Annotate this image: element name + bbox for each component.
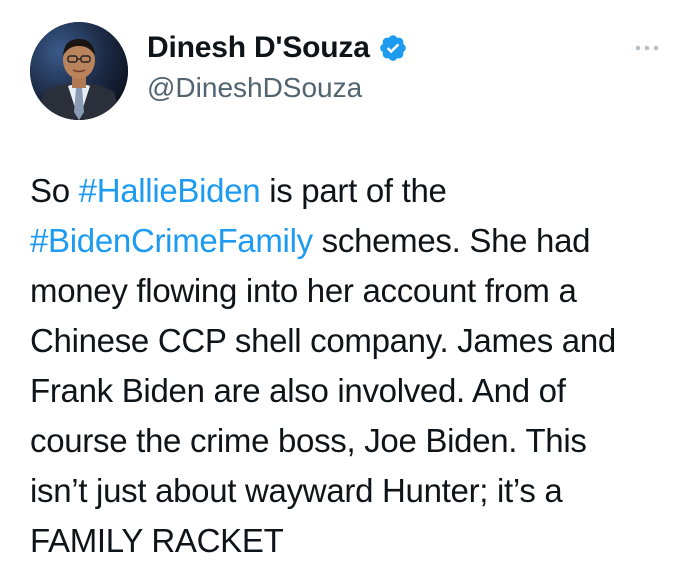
profile-photo-icon [30, 22, 128, 120]
tweet-line: Chinese CCP shell company. James and [30, 322, 616, 359]
author-handle[interactable]: @DineshDSouza [147, 72, 408, 104]
display-name[interactable]: Dinesh D'Souza [147, 31, 370, 65]
tweet-line: So #HallieBiden is part of the [30, 166, 690, 216]
tweet-line: money flowing into her account from a [30, 272, 577, 309]
author-names: Dinesh D'Souza @DineshDSouza [147, 28, 408, 104]
display-name-row: Dinesh D'Souza [147, 28, 408, 68]
tweet-text-segment: schemes. She had [312, 222, 591, 259]
more-options-icon[interactable] [632, 38, 662, 58]
tweet-line: FAMILY RACKET [30, 522, 284, 559]
tweet-text-segment: is part of the [260, 172, 447, 209]
tweet-card: Dinesh D'Souza @DineshDSouza So #HallieB… [0, 0, 700, 585]
tweet-line: Frank Biden are also involved. And of [30, 372, 566, 409]
tweet-line: #BidenCrimeFamily schemes. She had [30, 216, 690, 266]
tweet-header: Dinesh D'Souza @DineshDSouza [30, 22, 670, 122]
tweet-line: course the crime boss, Joe Biden. This [30, 422, 587, 459]
hashtag-link[interactable]: #BidenCrimeFamily [30, 222, 313, 259]
hashtag-link[interactable]: #HallieBiden [79, 172, 261, 209]
tweet-text: So #HallieBiden is part of the #BidenCri… [30, 166, 690, 566]
verified-badge-icon[interactable] [378, 33, 408, 63]
tweet-line: isn’t just about wayward Hunter; it’s a [30, 472, 563, 509]
avatar[interactable] [30, 22, 128, 120]
tweet-text-segment: So [30, 172, 79, 209]
